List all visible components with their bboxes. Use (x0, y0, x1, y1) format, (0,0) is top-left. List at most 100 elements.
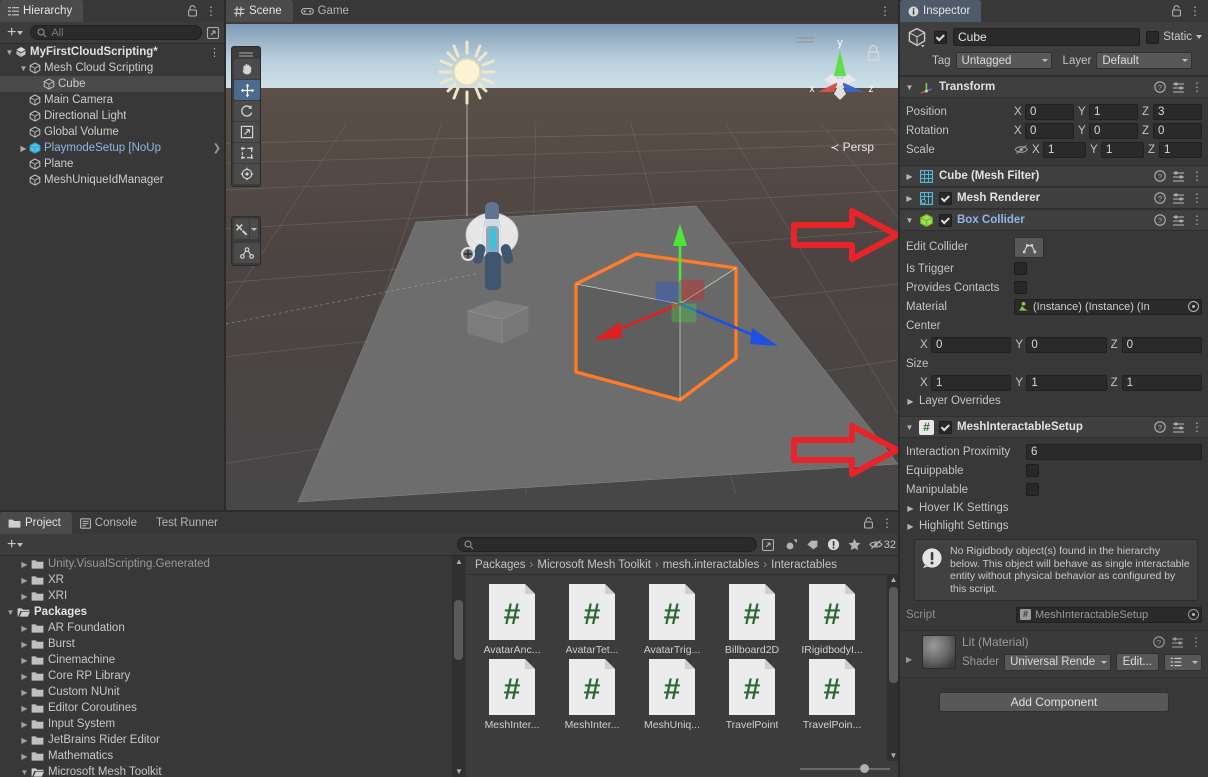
manipulable-checkbox[interactable] (1026, 483, 1039, 496)
chevron-right-icon[interactable]: ❯ (213, 143, 221, 154)
tab-hierarchy[interactable]: Hierarchy (0, 0, 84, 22)
foldout-icon[interactable]: ▶ (18, 688, 31, 697)
wireframe-cube-object[interactable] (460, 289, 536, 355)
component-header-box-collider[interactable]: ▼ Box Collider ? ⋮ (900, 209, 1208, 231)
preset-icon[interactable] (1172, 421, 1185, 433)
component-header-transform[interactable]: ▼ Transform ? ⋮ (900, 76, 1208, 98)
foldout-icon[interactable]: ▶ (18, 672, 31, 681)
project-tree-item-cinemachine[interactable]: ▶ Cinemachine (0, 652, 465, 668)
gameobject-name-input[interactable]: Cube (953, 28, 1141, 46)
project-create-button[interactable]: + (4, 536, 26, 552)
custom-editor-tools[interactable] (234, 219, 258, 239)
foldout-icon[interactable]: ▶ (18, 624, 31, 633)
foldout-icon[interactable]: ▶ (18, 736, 31, 745)
shader-dropdown[interactable]: Universal Rende (1004, 653, 1111, 671)
kebab-menu-icon[interactable]: ⋮ (1191, 214, 1203, 226)
kebab-menu-icon[interactable]: ⋮ (205, 5, 217, 17)
hierarchy-item-mesh-cloud-scripting[interactable]: ▼ Mesh Cloud Scripting (0, 60, 224, 76)
asset-item[interactable]: # AvatarAnc... (473, 583, 551, 656)
layer-dropdown[interactable]: Default (1096, 52, 1193, 69)
interaction-proximity-input[interactable]: 6 (1026, 443, 1202, 460)
hierarchy-item-myfirstcloudscripting[interactable]: ▼ MyFirstCloudScripting* ⋮ (0, 44, 224, 60)
tab-console[interactable]: Console (72, 512, 148, 534)
size-x-input[interactable]: 1 (931, 374, 1012, 391)
selected-cube-object[interactable] (564, 214, 804, 429)
preset-icon[interactable] (1172, 170, 1185, 182)
hierarchy-item-main-camera[interactable]: Main Camera (0, 92, 224, 108)
hierarchy-item-directional-light[interactable]: Directional Light (0, 108, 224, 124)
script-object-field[interactable]: # MeshInteractableSetup (1016, 606, 1202, 623)
preset-icon[interactable] (1172, 81, 1185, 93)
help-icon[interactable]: ? (1154, 81, 1166, 93)
edit-collider-button[interactable] (1014, 236, 1044, 258)
expand-window-icon[interactable] (206, 26, 220, 40)
layer-overrides-foldout[interactable]: ▶ Layer Overrides (906, 392, 1202, 410)
kebab-menu-icon[interactable]: ⋮ (1189, 5, 1201, 17)
physic-material-object-field[interactable]: (Instance) (Instance) (In (1014, 298, 1202, 315)
move-tool-button[interactable] (234, 80, 260, 100)
asset-item[interactable]: # MeshInter... (473, 658, 551, 731)
project-tree-item-editor-coroutines[interactable]: ▶ Editor Coroutines (0, 700, 465, 716)
hand-tool-button[interactable] (234, 59, 260, 79)
size-y-input[interactable]: 1 (1026, 374, 1107, 391)
project-search-input[interactable] (456, 537, 757, 552)
scale-z-input[interactable]: 1 (1159, 141, 1202, 158)
scene-projection-label[interactable]: ≺ Persp (830, 140, 874, 154)
scene-viewport[interactable]: y x z ≺ Persp (226, 24, 898, 512)
kebab-menu-icon[interactable]: ⋮ (1191, 421, 1203, 433)
object-picker-icon[interactable] (1188, 609, 1199, 620)
add-component-button[interactable]: Add Component (939, 692, 1169, 712)
hierarchy-item-meshuniqueidmanager[interactable]: MeshUniqueIdManager (0, 172, 224, 188)
project-folder-tree[interactable]: ▶ Unity.VisualScripting.Generated ▶ XR ▶ XRI ▼… (0, 556, 465, 777)
kebab-menu-icon[interactable]: ⋮ (1191, 192, 1203, 204)
static-checkbox[interactable] (1146, 30, 1160, 44)
center-z-input[interactable]: 0 (1121, 336, 1202, 353)
breadcrumb-item[interactable]: Microsoft Mesh Toolkit (537, 559, 651, 571)
scale-x-input[interactable]: 1 (1043, 141, 1086, 158)
foldout-icon[interactable]: ▶ (18, 576, 31, 585)
custom-tool-button[interactable] (234, 219, 250, 239)
transform-tool-button[interactable] (234, 164, 260, 184)
provides-contacts-checkbox[interactable] (1014, 281, 1027, 294)
asset-item[interactable]: # Billboard2D (713, 583, 791, 656)
component-header-mesh-interactable-setup[interactable]: ▼ # MeshInteractableSetup ? ⋮ (900, 416, 1208, 438)
foldout-collapsed-icon[interactable]: ▶ (905, 194, 914, 203)
rect-tool-button[interactable] (234, 143, 260, 163)
kebab-menu-icon[interactable]: ⋮ (1191, 170, 1203, 182)
kebab-menu-icon[interactable]: ⋮ (881, 517, 893, 529)
project-tree-item-xri[interactable]: ▶ XRI (0, 588, 465, 604)
is-trigger-checkbox[interactable] (1014, 262, 1027, 275)
splitter-hierarchy-scene[interactable] (224, 0, 226, 512)
splitter-scene-inspector[interactable] (898, 0, 900, 777)
warning-filter-icon[interactable] (827, 538, 840, 551)
project-tree-item-xr[interactable]: ▶ XR (0, 572, 465, 588)
position-z-input[interactable]: 3 (1153, 103, 1202, 120)
project-tree-item-core-rp-library[interactable]: ▶ Core RP Library (0, 668, 465, 684)
shader-variants-dropdown[interactable] (1164, 653, 1202, 671)
scale-y-input[interactable]: 1 (1101, 141, 1144, 158)
lock-icon[interactable] (863, 517, 874, 529)
gameobject-enabled-checkbox[interactable] (934, 30, 947, 44)
project-tree-item-burst[interactable]: ▶ Burst (0, 636, 465, 652)
breadcrumb-item[interactable]: mesh.interactables (663, 559, 760, 571)
project-tree-item-mathematics[interactable]: ▶ Mathematics (0, 748, 465, 764)
center-y-input[interactable]: 0 (1026, 336, 1107, 353)
foldout-expanded-icon[interactable]: ▼ (905, 216, 914, 225)
help-icon[interactable]: ? (1154, 421, 1166, 433)
foldout-expanded-icon[interactable]: ▼ (905, 83, 914, 92)
asset-item[interactable]: # AvatarTet... (553, 583, 631, 656)
foldout-icon[interactable]: ▶ (18, 592, 31, 601)
help-icon[interactable]: ? (1154, 214, 1166, 226)
preset-icon[interactable] (1172, 214, 1185, 226)
project-tree-item-jetbrains-rider-editor[interactable]: ▶ JetBrains Rider Editor (0, 732, 465, 748)
asset-item[interactable]: # TravelPoint (713, 658, 791, 731)
help-icon[interactable]: ? (1154, 170, 1166, 182)
expand-window-icon[interactable] (761, 538, 775, 552)
component-header-mesh-filter[interactable]: ▶ Cube (Mesh Filter) ? ⋮ (900, 165, 1208, 187)
rotation-z-input[interactable]: 0 (1153, 122, 1202, 139)
project-tree-item-microsoft-mesh-toolkit[interactable]: ▼ Microsoft Mesh Toolkit (0, 764, 465, 777)
breadcrumb-item[interactable]: Packages (475, 559, 526, 571)
hierarchy-item-playmodesetup-noup[interactable]: ▶ PlaymodeSetup [NoUp ❯ (0, 140, 224, 156)
tag-dropdown[interactable]: Untagged (955, 52, 1052, 69)
component-tools-button[interactable] (234, 243, 260, 263)
